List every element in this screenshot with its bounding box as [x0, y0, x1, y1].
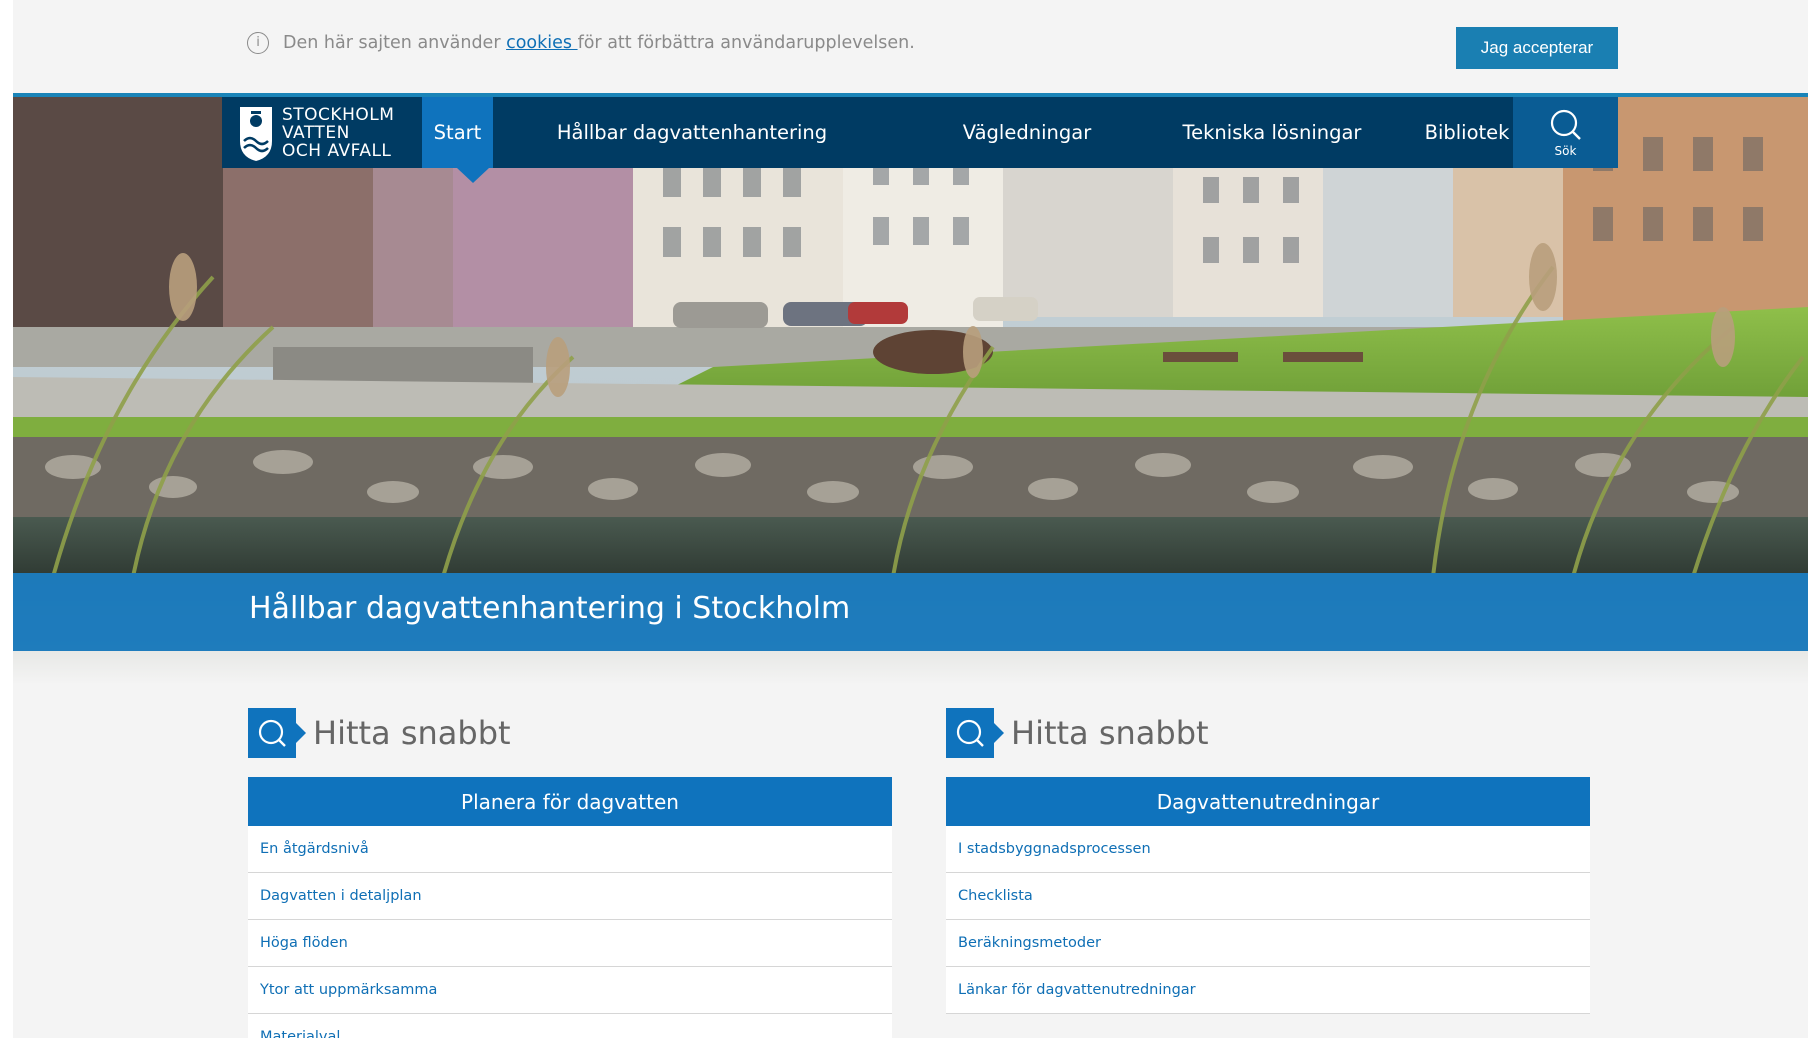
panel-title: Hitta snabbt: [1011, 714, 1209, 752]
cookie-message: Den här sajten använder cookies för att …: [283, 33, 915, 53]
cookie-text-after: för att förbättra användarupplevelsen.: [577, 33, 915, 53]
panel-link-list: En åtgärdsnivå Dagvatten i detaljplan Hö…: [248, 826, 892, 1038]
main-navigation: STOCKHOLM VATTEN OCH AVFALL Start Hållba…: [222, 97, 1618, 168]
panel-category-planera[interactable]: Planera för dagvatten: [248, 777, 892, 838]
search-button[interactable]: Sök: [1513, 97, 1618, 168]
list-item-link[interactable]: Höga flöden: [248, 920, 892, 967]
info-icon: i: [247, 32, 269, 54]
nav-item-start[interactable]: Start: [422, 97, 493, 168]
list-item-link[interactable]: Ytor att uppmärksamma: [248, 967, 892, 1014]
panel-search-icon-box: [248, 708, 306, 758]
quick-find-panel-investigations: Hitta snabbt Dagvattenutredningar I stad…: [946, 708, 1590, 1014]
nav-item-hallbar-dagvattenhantering[interactable]: Hållbar dagvattenhantering: [557, 97, 827, 168]
panel-category-dagvattenutredningar[interactable]: Dagvattenutredningar: [946, 777, 1590, 838]
cookies-link[interactable]: cookies: [506, 33, 577, 53]
logo-line-1: STOCKHOLM: [282, 104, 395, 125]
logo-emblem-icon: [240, 106, 272, 161]
panel-header: Hitta snabbt: [248, 708, 892, 758]
panel-header: Hitta snabbt: [946, 708, 1590, 758]
logo-text: STOCKHOLM VATTEN OCH AVFALL: [282, 106, 394, 160]
page-title-bar: Hållbar dagvattenhantering i Stockholm: [13, 573, 1808, 651]
list-item-link[interactable]: Beräkningsmetoder: [946, 920, 1590, 967]
panel-search-icon-box: [946, 708, 1004, 758]
hero-illustration: [13, 97, 1808, 573]
list-item-link[interactable]: Dagvatten i detaljplan: [248, 873, 892, 920]
search-icon: [1550, 109, 1581, 140]
search-label: Sök: [1554, 143, 1577, 158]
quick-find-panel-planning: Hitta snabbt Planera för dagvatten En åt…: [248, 708, 892, 1038]
list-item-link[interactable]: Länkar för dagvattenutredningar: [946, 967, 1590, 1014]
page: i Den här sajten använder cookies för at…: [13, 0, 1808, 1038]
nav-item-vagledningar[interactable]: Vägledningar: [952, 97, 1102, 168]
list-item-link[interactable]: Checklista: [946, 873, 1590, 920]
nav-item-tekniska-losningar[interactable]: Tekniska lösningar: [1172, 97, 1372, 168]
site-logo[interactable]: STOCKHOLM VATTEN OCH AVFALL: [222, 97, 422, 168]
cookie-text-before: Den här sajten använder: [283, 33, 507, 53]
page-title: Hållbar dagvattenhantering i Stockholm: [249, 591, 851, 626]
search-icon: [258, 719, 286, 747]
panel-link-list: I stadsbyggnadsprocessen Checklista Berä…: [946, 826, 1590, 1014]
nav-item-bibliotek[interactable]: Bibliotek: [1422, 97, 1512, 168]
logo-line-3: OCH AVFALL: [282, 140, 392, 161]
list-item-link[interactable]: En åtgärdsnivå: [248, 826, 892, 873]
logo-line-2: VATTEN: [282, 122, 350, 143]
list-item-link[interactable]: Materialval: [248, 1014, 892, 1038]
accept-cookies-button[interactable]: Jag accepterar: [1456, 27, 1618, 69]
panel-title: Hitta snabbt: [313, 714, 511, 752]
list-item-link[interactable]: I stadsbyggnadsprocessen: [946, 826, 1590, 873]
cookie-bar: i Den här sajten använder cookies för at…: [13, 8, 1808, 93]
active-nav-pointer: [457, 168, 489, 183]
search-icon: [956, 719, 984, 747]
